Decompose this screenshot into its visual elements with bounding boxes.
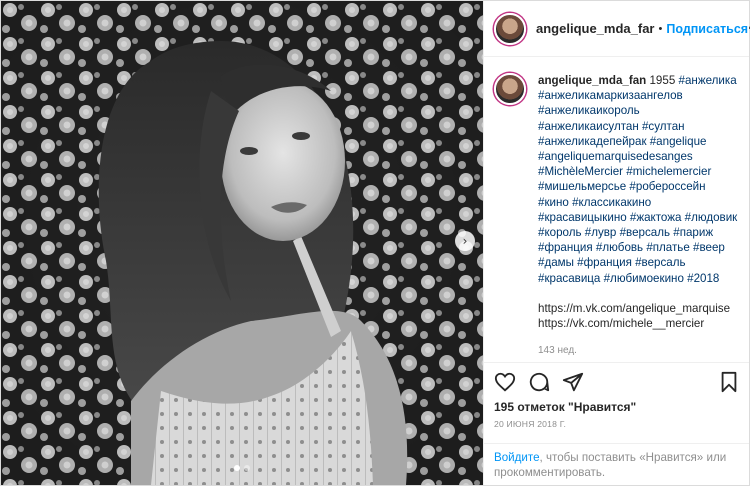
link-vk-michele[interactable]: https://vk.com/michele__mercier — [538, 317, 704, 330]
header-username[interactable]: angelique_mda_far — [536, 21, 655, 36]
next-photo-button[interactable]: › — [455, 231, 475, 251]
carousel-dot — [234, 465, 240, 471]
likes-count[interactable]: 195 отметок "Нравится" — [484, 400, 749, 414]
action-bar — [484, 362, 749, 400]
follow-button[interactable]: Подписаться — [666, 22, 748, 36]
avatar[interactable] — [494, 12, 526, 45]
post-header: angelique_mda_far • Подписаться ··· — [484, 1, 750, 57]
post-photo[interactable]: › — [1, 1, 483, 485]
header-separator: • — [658, 22, 663, 35]
caption-username[interactable]: angelique_mda_fan — [538, 74, 646, 87]
caption-links: https://m.vk.com/angelique_marquise http… — [538, 301, 739, 331]
caption-year: 1955 — [649, 74, 676, 87]
link-vk-angelique[interactable]: https://m.vk.com/angelique_marquise — [538, 302, 730, 315]
share-icon[interactable] — [562, 371, 584, 393]
carousel-dot — [244, 465, 250, 471]
login-prompt: Войдите, чтобы поставить «Нравится» или … — [484, 443, 749, 485]
caption-avatar[interactable] — [494, 73, 526, 105]
heart-icon[interactable] — [494, 371, 516, 393]
login-link[interactable]: Войдите — [494, 451, 540, 464]
bookmark-icon[interactable] — [719, 371, 739, 393]
caption-hashtags[interactable]: #анжелика #анжеликамаркизаангелов #анжел… — [538, 74, 737, 285]
chevron-right-icon: › — [462, 234, 468, 248]
caption-block: angelique_mda_fan 1955 #анжелика #анжели… — [484, 57, 749, 362]
post-date: 20 июня 2018 г. — [494, 419, 567, 429]
caption-text: angelique_mda_fan 1955 #анжелика #анжели… — [538, 73, 739, 362]
carousel-indicator — [1, 465, 483, 471]
photo-image — [1, 1, 483, 485]
instagram-post: › angelique_mda_far • Подписаться ··· an… — [0, 0, 750, 486]
caption-time: 143 нед. — [538, 345, 577, 357]
post-side-panel: angelique_mda_far • Подписаться ··· ange… — [483, 1, 750, 485]
comment-icon[interactable] — [528, 371, 550, 393]
